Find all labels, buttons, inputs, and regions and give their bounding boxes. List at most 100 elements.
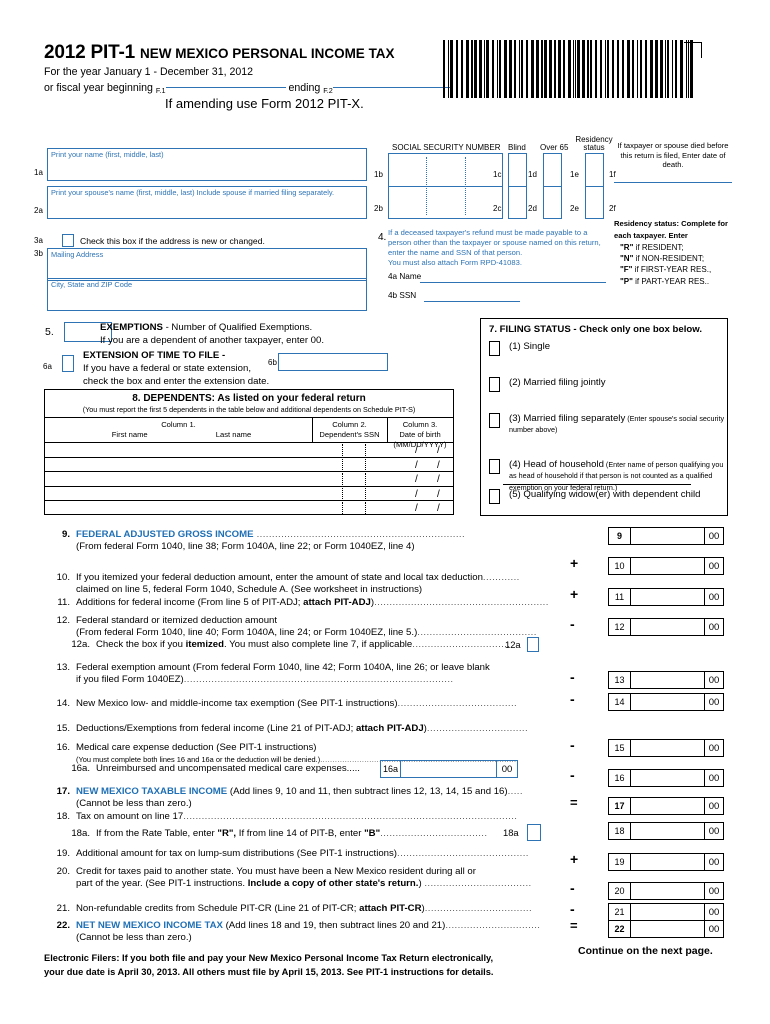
amount-box-line-22[interactable]: 22 00 <box>608 920 724 938</box>
ssn-column-label: SOCIAL SECURITY NUMBER <box>392 143 501 152</box>
dep-col1-top: Column 1. <box>161 420 196 429</box>
electronic-filers-note: Electronic Filers: If you both file and … <box>44 952 564 980</box>
line-18a-text-b: If from line 14 of PIT-B, enter <box>236 828 365 839</box>
amount-box-line-11[interactable]: 11 00 <box>608 588 724 606</box>
dep-dob-slash-1: / <box>415 459 418 471</box>
line-12a-number: 12a. <box>71 639 90 650</box>
amount-box-value[interactable] <box>633 589 702 605</box>
residency-status-instructions: Residency status: Complete for each taxp… <box>614 218 740 287</box>
filing-status-checkbox-3[interactable] <box>489 413 500 428</box>
blind-entry-boxes[interactable] <box>508 153 527 219</box>
fiscal-ending-input[interactable] <box>332 87 451 88</box>
amount-box-value[interactable] <box>633 740 702 756</box>
line-11-text-a: Additions for federal income (From line … <box>76 597 304 608</box>
filing-status-checkbox-2[interactable] <box>489 377 500 392</box>
residency-code-item: "R" if RESIDENT; <box>614 242 740 253</box>
dependent-row[interactable]: / / <box>45 500 453 515</box>
amount-box-line-19[interactable]: 19 00 <box>608 853 724 871</box>
line-17: 17. NEW MEXICO TAXABLE INCOME (Add lines… <box>44 786 556 811</box>
line-12a: 12a. Check the box if you itemized. You … <box>60 639 516 651</box>
tax-source-code-input[interactable] <box>527 824 541 841</box>
amount-box-value[interactable] <box>633 854 702 870</box>
fiscal-begin-input[interactable] <box>165 87 286 88</box>
amount-box-line-number: 15 <box>609 740 631 756</box>
dependent-row[interactable]: / / <box>45 442 453 457</box>
amount-box-value[interactable] <box>633 883 702 899</box>
taxpayer-name-label: Print your name (first, middle, last) <box>51 150 164 159</box>
date-of-death-input[interactable] <box>614 182 732 183</box>
amount-box-line-10[interactable]: 10 00 <box>608 557 724 575</box>
blind-column-label: Blind <box>508 143 526 152</box>
amount-box-value[interactable] <box>633 528 702 544</box>
line-10: 10. If you itemized your federal deducti… <box>44 572 556 597</box>
spouse-name-field[interactable]: Print your spouse's name (first, middle,… <box>47 186 367 219</box>
amount-box-value[interactable] <box>633 672 702 688</box>
amount-box-line-13[interactable]: 13 00 <box>608 671 724 689</box>
amount-box-value[interactable] <box>633 619 702 635</box>
over65-entry-boxes[interactable] <box>543 153 562 219</box>
line-18-dots: ........................................… <box>183 811 518 822</box>
amount-box-value[interactable] <box>633 921 702 937</box>
address-changed-checkbox[interactable] <box>62 234 74 247</box>
dep-ssn-dot-2 <box>365 473 366 485</box>
amount-box-line-9[interactable]: 9 00 <box>608 527 724 545</box>
itemized-checkbox[interactable] <box>527 637 539 652</box>
deceased-ssn-input[interactable] <box>424 301 520 302</box>
registration-corner-mark <box>684 42 702 58</box>
mailing-address-field[interactable]: Mailing Address <box>47 248 367 281</box>
filing-status-panel: 7. FILING STATUS - Check only one box be… <box>480 318 728 516</box>
filing-status-checkbox-5[interactable] <box>489 489 500 504</box>
dep-col3-top: Column 3. <box>402 420 438 429</box>
amount-box-line-17[interactable]: 17 00 <box>608 797 724 815</box>
amount-box-line-16[interactable]: 16 00 <box>608 769 724 787</box>
extension-checkbox[interactable] <box>62 355 74 372</box>
line-16a-text: Unreimbursed and uncompensated medical c… <box>96 763 360 774</box>
line-19-text-a: Additional amount for tax on lump-sum di… <box>76 848 398 859</box>
line-22-rest: (Add lines 18 and 19, then subtract line… <box>222 920 446 931</box>
amount-box-value[interactable] <box>633 798 702 814</box>
line-18a-text: If from the Rate Table, enter "R", If fr… <box>96 828 516 840</box>
amount-box-value[interactable] <box>633 904 702 920</box>
dependent-row[interactable]: / / <box>45 471 453 486</box>
amount-box-value[interactable] <box>633 823 702 839</box>
filing-status-checkbox-4[interactable] <box>489 459 500 474</box>
residency-code: "F" <box>620 265 633 275</box>
deceased-name-input[interactable] <box>420 282 606 283</box>
dependent-row[interactable]: / / <box>45 485 453 501</box>
filing-status-checkbox-1[interactable] <box>489 341 500 356</box>
field-tag-2f: 2f <box>609 204 616 213</box>
ssn-entry-grid[interactable] <box>388 153 503 219</box>
amount-box-line-12[interactable]: 12 00 <box>608 618 724 636</box>
line-12a-text-a: Check the box if you <box>96 639 186 650</box>
amount-box-cents: 00 <box>704 854 723 870</box>
amount-box-line-20[interactable]: 20 00 <box>608 882 724 900</box>
dependent-row[interactable]: / / <box>45 456 453 472</box>
amount-box-cents: 00 <box>704 558 723 574</box>
electronic-filers-line2: your due date is April 30, 2013. All oth… <box>44 966 494 977</box>
extension-date-input[interactable] <box>278 353 388 371</box>
line-10-text-a: If you itemized your federal deduction a… <box>76 572 483 583</box>
dep-ssn-dot-2 <box>365 502 366 514</box>
amount-box-line-number: 20 <box>609 883 631 899</box>
amount-box-value[interactable] <box>633 770 702 786</box>
amount-operator-line-19: + <box>570 851 579 867</box>
amount-box-line-15[interactable]: 15 00 <box>608 739 724 757</box>
exemptions-line2: If you are a dependent of another taxpay… <box>100 334 325 346</box>
dep-ssn-dot-1 <box>342 444 343 456</box>
amount-box-value[interactable] <box>633 558 702 574</box>
amount-box-line-14[interactable]: 14 00 <box>608 693 724 711</box>
city-state-zip-field[interactable]: City, State and ZIP Code <box>47 278 367 311</box>
medical-expenses-input[interactable]: 16a 00 <box>380 760 518 778</box>
spouse-name-label: Print your spouse's name (first, middle,… <box>51 188 335 197</box>
dep-col1-header: Column 1. First name Last name <box>45 418 312 442</box>
amount-box-line-21[interactable]: 21 00 <box>608 903 724 921</box>
amount-box-value[interactable] <box>633 694 702 710</box>
amount-box-line-18[interactable]: 18 00 <box>608 822 724 840</box>
amount-box-cents: 00 <box>704 798 723 814</box>
residency-entry-boxes[interactable] <box>585 153 604 219</box>
taxpayer-name-field[interactable]: Print your name (first, middle, last) <box>47 148 367 181</box>
line-20: 20. Credit for taxes paid to another sta… <box>44 866 556 891</box>
line-16-number: 16. <box>56 742 70 753</box>
line-15-number: 15. <box>56 723 70 734</box>
exemptions-text: EXEMPTIONS - Number of Qualified Exempti… <box>100 322 324 348</box>
